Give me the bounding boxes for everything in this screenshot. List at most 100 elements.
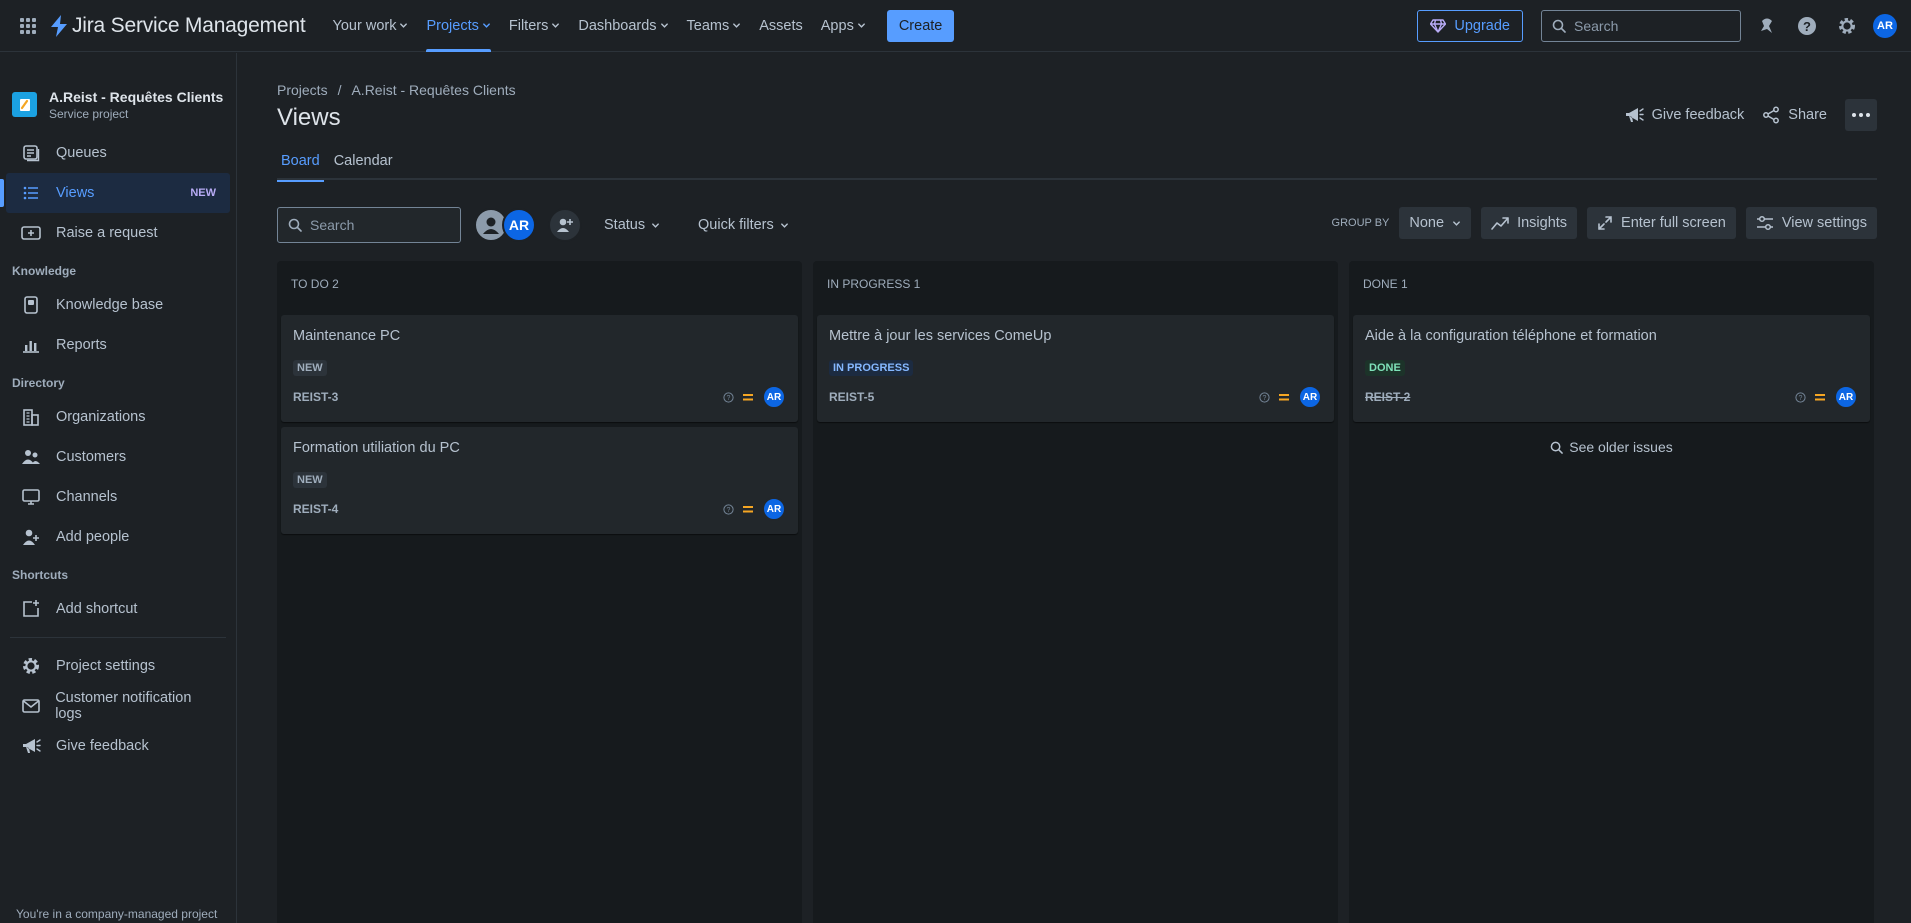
sliders-icon <box>1756 215 1774 231</box>
view-settings-button[interactable]: View settings <box>1745 207 1877 239</box>
sidebar-item-reports[interactable]: Reports <box>6 325 230 365</box>
sidebar-item-raise-a-request[interactable]: Raise a request <box>6 213 230 253</box>
chevron-down-icon <box>400 23 408 28</box>
priority-medium-icon <box>1814 392 1826 402</box>
insights-label: Insights <box>1517 215 1568 231</box>
issue-card[interactable]: Mettre à jour les services ComeUp IN PROG… <box>817 315 1334 422</box>
issue-card[interactable]: Formation utiliation du PC NEW REIST-4? AR <box>281 427 798 534</box>
nav-item-dashboards[interactable]: Dashboards <box>569 0 677 52</box>
project-name: A.Reist - Requêtes Clients <box>49 89 224 105</box>
sidebar-item-organizations[interactable]: Organizations <box>6 397 230 437</box>
issue-title: Maintenance PC <box>293 328 401 344</box>
status-lozenge: NEW <box>293 472 327 488</box>
settings-icon[interactable] <box>1833 12 1861 40</box>
status-filter-dropdown[interactable]: Status <box>604 207 660 243</box>
upgrade-button[interactable]: Upgrade <box>1417 10 1523 42</box>
sidebar-item-label: Customers <box>56 449 127 465</box>
assignee-avatar[interactable]: AR <box>502 208 536 242</box>
insights-button[interactable]: Insights <box>1481 207 1578 239</box>
nav-item-teams[interactable]: Teams <box>678 0 751 52</box>
svg-text:?: ? <box>1803 19 1811 34</box>
jira-logo[interactable]: Jira Service Management <box>50 14 306 38</box>
column-title: TO DO 2 <box>291 277 339 291</box>
sidebar-item-give-feedback[interactable]: Give feedback <box>6 726 230 766</box>
more-actions-button[interactable] <box>1845 99 1877 131</box>
view-settings-label: View settings <box>1781 215 1867 231</box>
tab-board[interactable]: Board <box>277 153 324 182</box>
board-search-input[interactable]: Search <box>277 207 461 243</box>
quick-filters-label: Quick filters <box>698 217 774 233</box>
nav-item-projects[interactable]: Projects <box>417 0 499 52</box>
assignee-avatar[interactable]: AR <box>1298 385 1322 409</box>
search-icon <box>1552 19 1566 33</box>
notifications-icon[interactable] <box>1753 12 1781 40</box>
global-search-placeholder: Search <box>1574 18 1619 34</box>
insights-icon <box>1491 216 1509 230</box>
nav-item-apps[interactable]: Apps <box>812 0 875 52</box>
add-person-icon[interactable] <box>548 208 582 242</box>
breadcrumb-separator: / <box>337 82 342 98</box>
sidebar-item-add-people[interactable]: Add people <box>6 517 230 557</box>
issue-card[interactable]: Aide à la configuration téléphone et for… <box>1353 315 1870 422</box>
sidebar-item-knowledge-base[interactable]: Knowledge base <box>6 285 230 325</box>
share-label: Share <box>1788 107 1827 123</box>
breadcrumb-item[interactable]: Projects <box>277 82 328 98</box>
sidebar-divider <box>10 637 226 638</box>
sidebar-item-customers[interactable]: Customers <box>6 437 230 477</box>
sidebar-item-customer-notification-logs[interactable]: Customer notification logs <box>6 686 230 726</box>
group-by-value: None <box>1409 215 1445 231</box>
tab-calendar[interactable]: Calendar <box>330 153 397 180</box>
status-lozenge: IN PROGRESS <box>829 360 914 376</box>
global-search-input[interactable]: Search <box>1541 10 1741 42</box>
group-by-dropdown[interactable]: None <box>1399 207 1472 239</box>
main-nav: Your work Projects Filters Dashboards Teams A… <box>324 0 875 52</box>
nav-item-assets[interactable]: Assets <box>750 0 812 52</box>
issue-key[interactable]: REIST-4 <box>293 502 338 516</box>
share-button[interactable]: Share <box>1762 106 1827 124</box>
status-lozenge: DONE <box>1365 360 1405 376</box>
sidebar-item-label: Organizations <box>56 409 146 425</box>
sidebar-item-label: Reports <box>56 337 107 353</box>
assignee-avatar[interactable]: AR <box>762 385 786 409</box>
request-type-icon: ? <box>723 391 734 403</box>
sidebar-item-views[interactable]: Views NEW <box>0 173 230 213</box>
nav-item-label: Your work <box>332 17 397 34</box>
see-older-issues-label: See older issues <box>1569 439 1673 455</box>
issue-card[interactable]: Maintenance PC NEW REIST-3? AR <box>281 315 798 422</box>
nav-item-filters[interactable]: Filters <box>500 0 569 52</box>
create-button[interactable]: Create <box>886 9 955 42</box>
lightning-logo-icon <box>50 14 68 37</box>
sidebar-item-queues[interactable]: Queues <box>6 133 230 173</box>
chevron-down-icon <box>482 23 490 28</box>
expand-icon <box>1597 215 1613 231</box>
issue-key[interactable]: REIST-2 <box>1365 390 1410 404</box>
give-feedback-label: Give feedback <box>1651 107 1745 123</box>
board-columns: TO DO 2 Maintenance PC NEW REIST-3? AR Format… <box>277 261 1874 923</box>
breadcrumb-item[interactable]: A.Reist - Requêtes Clients <box>351 82 515 98</box>
sidebar-item-add-shortcut[interactable]: Add shortcut <box>6 589 230 629</box>
give-feedback-button[interactable]: Give feedback <box>1624 106 1745 124</box>
sidebar-item-project-settings[interactable]: Project settings <box>6 646 230 686</box>
share-icon <box>1762 106 1780 124</box>
page-title: Views <box>277 104 341 131</box>
assignee-avatar[interactable]: AR <box>1834 385 1858 409</box>
reports-icon <box>20 337 42 353</box>
sidebar-item-channels[interactable]: Channels <box>6 477 230 517</box>
app-switcher-icon[interactable] <box>16 14 40 38</box>
issue-title: Aide à la configuration téléphone et for… <box>1365 328 1657 344</box>
user-avatar[interactable]: AR <box>1873 14 1897 38</box>
nav-item-your-work[interactable]: Your work <box>324 0 418 52</box>
svg-text:?: ? <box>727 395 731 402</box>
issue-key[interactable]: REIST-5 <box>829 390 874 404</box>
issue-key[interactable]: REIST-3 <box>293 390 338 404</box>
quick-filters-dropdown[interactable]: Quick filters <box>698 207 789 243</box>
project-header[interactable]: A.Reist - Requêtes Clients Service proje… <box>0 53 236 121</box>
see-older-issues-button[interactable]: See older issues <box>1349 439 1874 455</box>
assignee-avatar[interactable]: AR <box>762 497 786 521</box>
help-icon[interactable]: ? <box>1793 12 1821 40</box>
full-screen-button[interactable]: Enter full screen <box>1587 207 1736 239</box>
knowledge-base-icon <box>20 296 42 314</box>
queues-icon <box>20 144 42 162</box>
directory-section-title: Directory <box>12 376 65 390</box>
gem-icon <box>1430 19 1447 33</box>
